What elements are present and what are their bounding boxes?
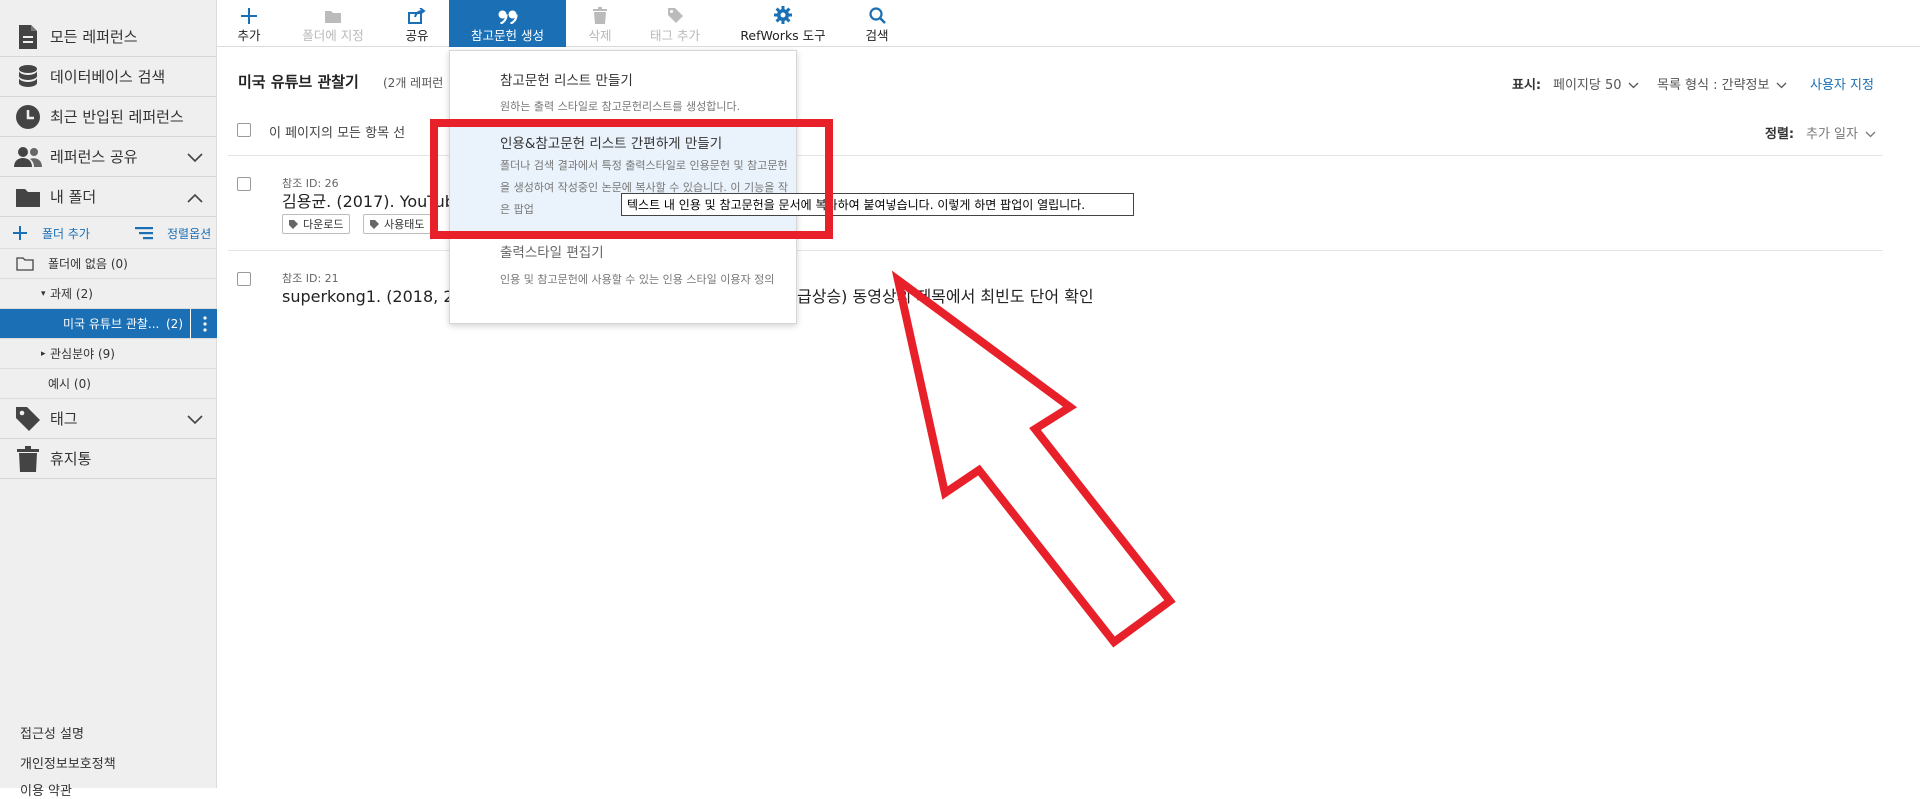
arrow-annotation	[891, 270, 1176, 648]
